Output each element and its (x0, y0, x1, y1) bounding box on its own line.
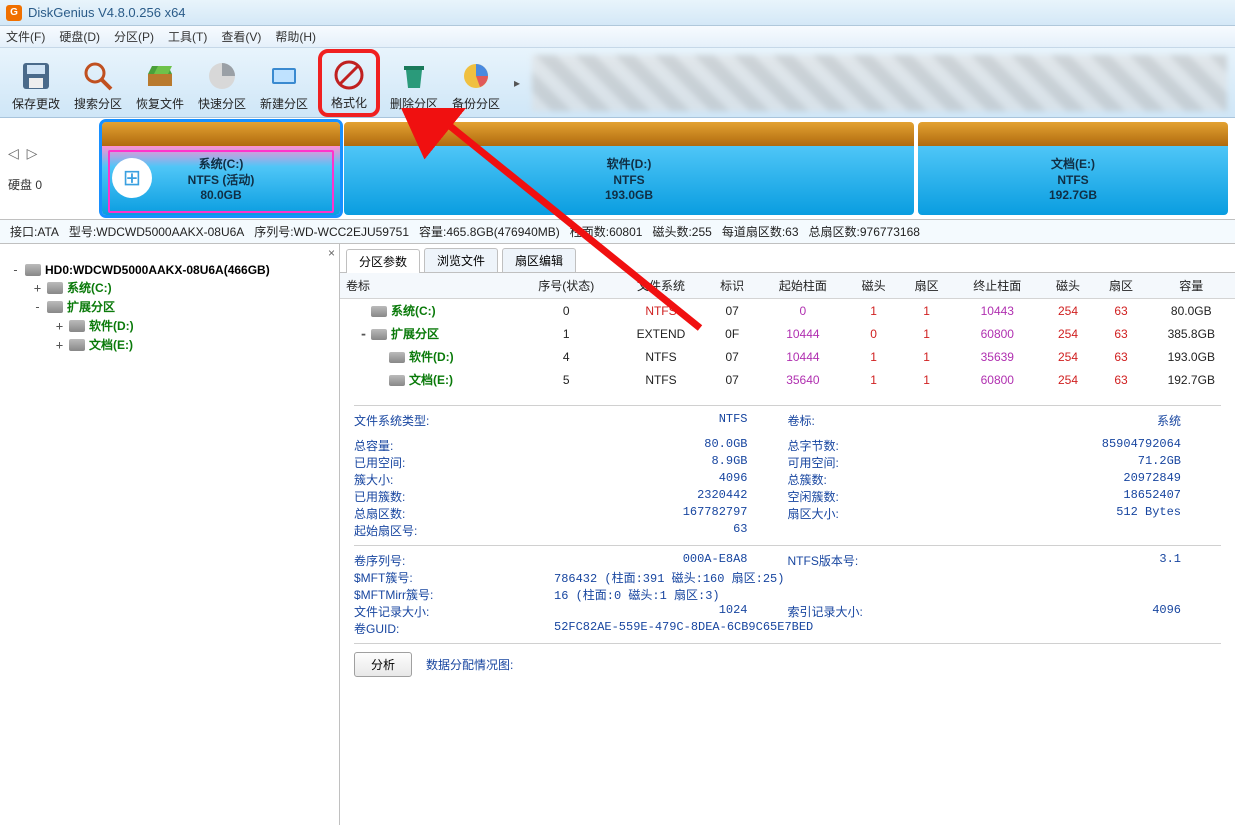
table-row[interactable]: -扩展分区1EXTEND0F10444016080025463385.8GB (340, 322, 1235, 345)
table-row[interactable]: 文档(E:)5NTFS0735640116080025463192.7GB (340, 368, 1235, 391)
app-icon: G (6, 5, 22, 21)
sidebar: × - HD0:WDCWD5000AAKX-08U6A(466GB) +系统(C… (0, 244, 340, 825)
delete-partition-button[interactable]: 删除分区 (386, 52, 442, 114)
menu-disk[interactable]: 硬盘(D) (59, 28, 100, 45)
new-icon (267, 59, 301, 93)
tab-partition-params[interactable]: 分区参数 (346, 249, 420, 273)
drive-icon (47, 282, 63, 294)
tab-bar: 分区参数 浏览文件 扇区编辑 (340, 244, 1235, 273)
search-partition-button[interactable]: 搜索分区 (70, 52, 126, 114)
drive-icon (47, 301, 63, 313)
redacted-area (532, 55, 1227, 111)
main-area: × - HD0:WDCWD5000AAKX-08U6A(466GB) +系统(C… (0, 244, 1235, 825)
tree-node-e[interactable]: +文档(E:) (48, 335, 335, 354)
toolbar: 保存更改 搜索分区 恢复文件 快速分区 新建分区 格式化 删除分区 备份分区 ▸ (0, 48, 1235, 118)
disk-info-line: 接口:ATA 型号:WDCWD5000AAKX-08U6A 序列号:WD-WCC… (0, 220, 1235, 244)
hdd-icon (25, 264, 41, 276)
recover-icon (143, 59, 177, 93)
format-icon (332, 58, 366, 92)
drive-icon (69, 339, 85, 351)
new-partition-button[interactable]: 新建分区 (256, 52, 312, 114)
analyze-button[interactable]: 分析 (354, 652, 412, 677)
partition-box-e[interactable]: 文档(E:) NTFS 192.7GB (918, 122, 1228, 215)
tree-node-d[interactable]: +软件(D:) (48, 316, 335, 335)
tree-node-c[interactable]: +系统(C:) (26, 278, 335, 297)
menu-partition[interactable]: 分区(P) (114, 28, 154, 45)
menu-bar: 文件(F) 硬盘(D) 分区(P) 工具(T) 查看(V) 帮助(H) (0, 26, 1235, 48)
partition-table: 卷标序号(状态)文件系统 标识起始柱面磁头 扇区终止柱面磁头 扇区容量 系统(C… (340, 273, 1235, 391)
nav-arrows[interactable]: ◁ ▷ (8, 145, 39, 162)
menu-file[interactable]: 文件(F) (6, 28, 45, 45)
close-icon[interactable]: × (328, 246, 335, 260)
toolbar-chevron: ▸ (514, 76, 520, 90)
backup-partition-button[interactable]: 备份分区 (448, 52, 504, 114)
tab-sector-edit[interactable]: 扇区编辑 (502, 248, 576, 272)
menu-view[interactable]: 查看(V) (221, 28, 261, 45)
partition-box-c[interactable]: ⊞ 系统(C:) NTFS (活动) 80.0GB (102, 122, 340, 215)
tab-browse-files[interactable]: 浏览文件 (424, 248, 498, 272)
window-title: DiskGenius V4.8.0.256 x64 (28, 5, 186, 20)
tree-node-ext[interactable]: -扩展分区 (26, 297, 335, 316)
pie-icon (459, 59, 493, 93)
format-button[interactable]: 格式化 (318, 49, 380, 117)
menu-tools[interactable]: 工具(T) (168, 28, 207, 45)
disk-map: ◁ ▷ 硬盘 0 ⊞ 系统(C:) NTFS (活动) 80.0GB 软件(D:… (0, 118, 1235, 220)
drive-icon (69, 320, 85, 332)
table-row[interactable]: 软件(D:)4NTFS0710444113563925463193.0GB (340, 345, 1235, 368)
title-bar: G DiskGenius V4.8.0.256 x64 (0, 0, 1235, 26)
trash-icon (397, 59, 431, 93)
floppy-icon (19, 59, 53, 93)
right-panel: 分区参数 浏览文件 扇区编辑 卷标序号(状态)文件系统 标识起始柱面磁头 扇区终… (340, 244, 1235, 825)
magnifier-icon (81, 59, 115, 93)
disk-tree: - HD0:WDCWD5000AAKX-08U6A(466GB) +系统(C:)… (4, 262, 335, 354)
hd-label: 硬盘 0 (8, 176, 42, 193)
quick-partition-button[interactable]: 快速分区 (194, 52, 250, 114)
save-button[interactable]: 保存更改 (8, 52, 64, 114)
table-row[interactable]: 系统(C:)0NTFS07011104432546380.0GB (340, 299, 1235, 323)
menu-help[interactable]: 帮助(H) (275, 28, 316, 45)
table-header: 卷标序号(状态)文件系统 标识起始柱面磁头 扇区终止柱面磁头 扇区容量 (340, 273, 1235, 299)
recover-files-button[interactable]: 恢复文件 (132, 52, 188, 114)
allocation-chart-label: 数据分配情况图: (426, 656, 513, 673)
partition-details: 文件系统类型:NTFS 卷标:系统 总容量:80.0GB总字节数:8590479… (340, 391, 1235, 685)
windows-logo-icon: ⊞ (112, 158, 152, 198)
partition-box-d[interactable]: 软件(D:) NTFS 193.0GB (344, 122, 914, 215)
tree-root[interactable]: - HD0:WDCWD5000AAKX-08U6A(466GB) (4, 262, 335, 278)
quick-icon (205, 59, 239, 93)
